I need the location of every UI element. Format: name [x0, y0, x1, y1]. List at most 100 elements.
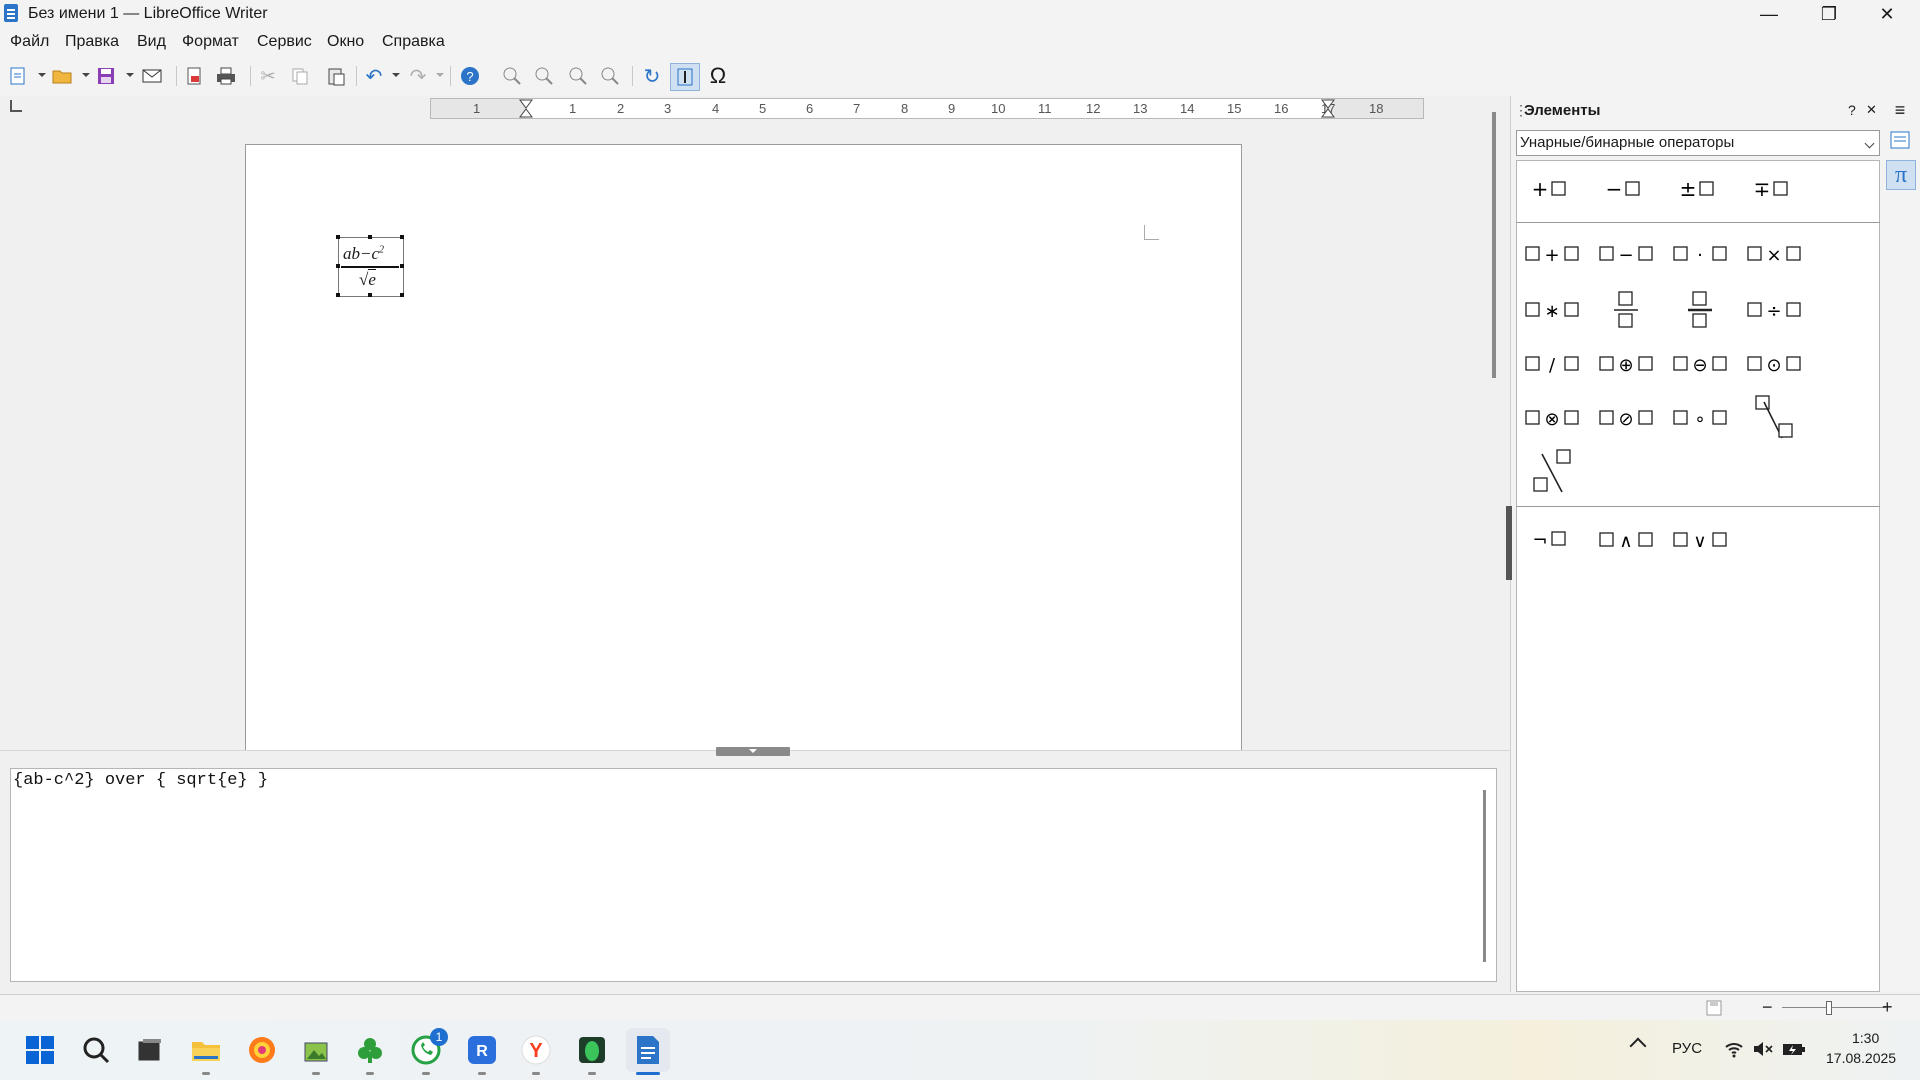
sidebar-help-button[interactable]: ? — [1848, 102, 1856, 118]
help-icon[interactable]: ? — [456, 63, 484, 89]
element-binary-times[interactable]: × — [1744, 234, 1804, 274]
yandex-browser-icon[interactable]: Y — [516, 1030, 556, 1070]
menu-edit[interactable]: Правка — [65, 33, 119, 51]
show-hidden-icons-chevron-icon[interactable] — [1629, 1037, 1647, 1055]
volume-muted-icon[interactable] — [1752, 1040, 1774, 1058]
element-unary-minus-plus[interactable]: ∓ — [1744, 170, 1804, 210]
open-dropdown-icon[interactable] — [82, 73, 90, 77]
show-all-icon[interactable] — [596, 63, 624, 89]
menu-window[interactable]: Окно — [327, 33, 364, 51]
formula-command-text[interactable]: {ab-c^2} over { sqrt{e} } — [13, 771, 268, 790]
undo-icon[interactable]: ↶ — [360, 63, 388, 89]
task-view-icon[interactable] — [130, 1030, 170, 1070]
tab-stop-icon[interactable] — [10, 100, 22, 112]
element-binary-circled-minus[interactable]: ⊖ — [1670, 344, 1730, 384]
element-binary-circled-dot[interactable]: ⊙ — [1744, 344, 1804, 384]
close-window-button[interactable]: ✕ — [1858, 0, 1916, 28]
element-logic-not[interactable]: ¬ — [1522, 520, 1582, 560]
file-explorer-icon[interactable] — [186, 1030, 226, 1070]
element-logic-and[interactable]: ∧ — [1596, 520, 1656, 560]
element-binary-slash[interactable]: / — [1522, 344, 1582, 384]
export-pdf-icon[interactable] — [180, 63, 208, 89]
zoom-slider-handle[interactable] — [1826, 1001, 1832, 1015]
element-binary-add[interactable]: + — [1522, 234, 1582, 274]
clock-time[interactable]: 1:30 — [1852, 1030, 1879, 1046]
element-binary-circled-plus[interactable]: ⊕ — [1596, 344, 1656, 384]
zoom-out-button[interactable]: − — [1762, 997, 1773, 1018]
menu-tools[interactable]: Сервис — [257, 33, 312, 51]
element-unary-plus[interactable]: + — [1522, 170, 1582, 210]
copy-icon[interactable] — [286, 63, 314, 89]
element-binary-circled-times[interactable]: ⊗ — [1522, 398, 1582, 438]
libreoffice-writer-taskbar-icon[interactable] — [626, 1028, 670, 1072]
right-indent-marker[interactable] — [1321, 99, 1335, 118]
command-scrollbar[interactable] — [1483, 790, 1486, 962]
element-logic-or[interactable]: ∨ — [1670, 520, 1730, 560]
element-binary-asterisk[interactable]: ∗ — [1522, 290, 1582, 330]
element-fraction[interactable] — [1596, 290, 1656, 330]
whatsapp-icon[interactable]: 1 — [406, 1028, 448, 1070]
windows-start-icon[interactable] — [20, 1030, 60, 1070]
element-wide-fraction[interactable] — [1670, 290, 1730, 330]
print-icon[interactable] — [212, 63, 240, 89]
menu-view[interactable]: Вид — [137, 33, 166, 51]
formula-cursor-icon[interactable] — [670, 63, 700, 91]
undo-dropdown-icon[interactable] — [392, 73, 400, 77]
element-unary-plus-minus[interactable]: ± — [1670, 170, 1730, 210]
restore-button[interactable]: ❐ — [1800, 0, 1858, 28]
paste-icon[interactable] — [322, 63, 350, 89]
redo-dropdown-icon[interactable] — [436, 73, 444, 77]
zoom-out-icon[interactable] — [530, 63, 558, 89]
zoom-in-icon[interactable] — [498, 63, 526, 89]
new-dropdown-icon[interactable] — [38, 73, 46, 77]
clock-date[interactable]: 17.08.2025 — [1826, 1050, 1896, 1066]
minimize-button[interactable]: — — [1740, 0, 1798, 28]
input-language[interactable]: РУС — [1672, 1040, 1702, 1057]
horizontal-ruler[interactable]: 1 1 2 3 4 5 6 7 8 9 10 11 12 13 14 15 16… — [430, 98, 1424, 119]
element-binary-circled-slash[interactable]: ⊘ — [1596, 398, 1656, 438]
zoom-100-icon[interactable] — [564, 63, 592, 89]
formula-command-editor[interactable]: {ab-c^2} over { sqrt{e} } — [10, 768, 1497, 982]
document-scrollbar[interactable] — [1492, 112, 1496, 378]
element-binary-ring[interactable]: ∘ — [1670, 398, 1730, 438]
menu-help[interactable]: Справка — [382, 33, 445, 51]
zoom-slider[interactable] — [1782, 1007, 1886, 1008]
document-modified-icon[interactable] — [1706, 1000, 1722, 1016]
redo-icon[interactable]: ↷ — [404, 63, 432, 89]
mouse-app-icon[interactable] — [572, 1030, 612, 1070]
update-icon[interactable]: ↻ — [638, 63, 666, 89]
sidebar-close-button[interactable]: ✕ — [1866, 102, 1877, 118]
image-editor-icon[interactable] — [296, 1030, 336, 1070]
menu-format[interactable]: Формат — [182, 33, 239, 51]
elements-tab-icon[interactable]: π — [1886, 160, 1916, 190]
formula-object[interactable]: ab−c2 √e — [336, 235, 404, 297]
element-binary-divide[interactable]: ÷ — [1744, 290, 1804, 330]
element-wide-slash[interactable] — [1744, 395, 1804, 439]
email-icon[interactable] — [138, 63, 166, 89]
symbols-icon[interactable]: Ω — [704, 63, 732, 89]
save-icon[interactable] — [92, 63, 120, 89]
open-folder-icon[interactable] — [48, 63, 76, 89]
menu-file[interactable]: Файл — [10, 33, 49, 51]
left-indent-marker[interactable] — [519, 99, 533, 118]
cut-icon[interactable]: ✂ — [254, 63, 282, 89]
sidebar-menu-button[interactable]: ≡ — [1886, 96, 1914, 124]
element-unary-minus[interactable]: − — [1596, 170, 1656, 210]
elements-category-select[interactable]: Унарные/бинарные операторы — [1516, 130, 1880, 156]
solitaire-icon[interactable] — [350, 1030, 390, 1070]
search-icon[interactable] — [76, 1030, 116, 1070]
rustore-icon[interactable]: R — [462, 1030, 502, 1070]
element-binary-dot[interactable]: · — [1670, 234, 1730, 274]
music-player-icon[interactable] — [242, 1030, 282, 1070]
new-document-icon[interactable] — [4, 63, 32, 89]
splitter-grip[interactable] — [716, 747, 790, 756]
battery-charging-icon[interactable] — [1782, 1040, 1806, 1058]
zoom-in-button[interactable]: + — [1882, 997, 1893, 1018]
properties-tab-icon[interactable] — [1886, 126, 1914, 154]
wifi-icon[interactable] — [1724, 1040, 1744, 1058]
sidebar-collapse-handle[interactable] — [1506, 506, 1512, 580]
document-page[interactable] — [245, 144, 1242, 755]
element-wide-backslash[interactable] — [1522, 449, 1582, 493]
element-binary-subtract[interactable]: − — [1596, 234, 1656, 274]
save-dropdown-icon[interactable] — [126, 73, 134, 77]
